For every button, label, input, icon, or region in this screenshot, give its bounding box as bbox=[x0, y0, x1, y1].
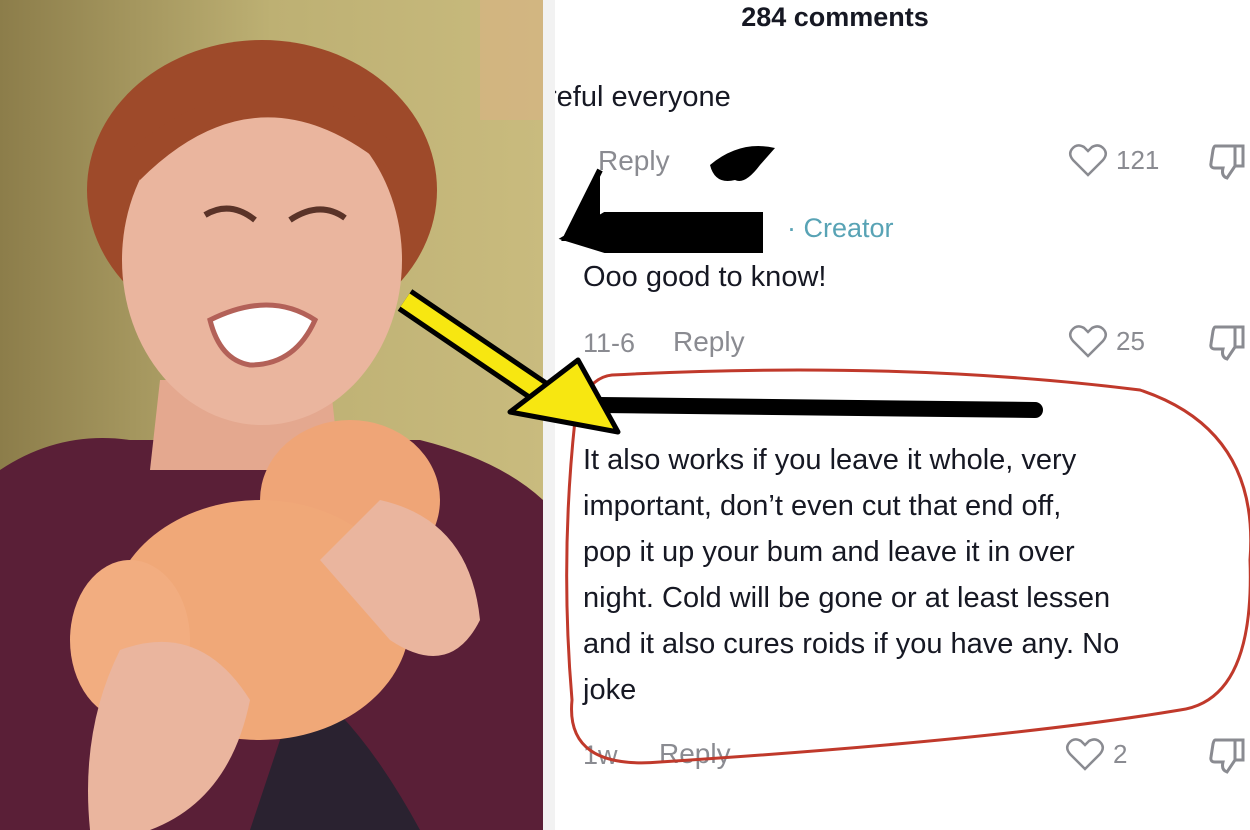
comment-line: joke bbox=[583, 674, 637, 706]
comment-line: night. Cold will be gone or at least les… bbox=[583, 582, 1111, 614]
reply-button[interactable]: Reply bbox=[673, 326, 745, 358]
reply-button[interactable]: Reply bbox=[659, 738, 731, 770]
photo-illustration bbox=[0, 0, 543, 830]
like-button[interactable]: 121 bbox=[1068, 142, 1159, 178]
dislike-icon[interactable] bbox=[1207, 736, 1247, 776]
photo-woman-holding-baby-doll bbox=[0, 0, 543, 830]
comment-line: and it also cures roids if you have any.… bbox=[583, 628, 1120, 660]
heart-icon bbox=[1069, 144, 1107, 177]
comment-line: pop it up your bum and leave it in over bbox=[583, 536, 1075, 568]
panel-divider bbox=[543, 0, 555, 830]
comment-date: 11-6 bbox=[583, 328, 636, 358]
comment-text: reful everyone bbox=[555, 81, 731, 113]
heart-icon bbox=[1066, 738, 1104, 771]
dislike-icon[interactable] bbox=[1207, 142, 1247, 182]
heart-icon bbox=[1069, 325, 1107, 358]
creator-badge: · Creator bbox=[787, 213, 894, 243]
comments-panel: 284 comments reful everyone Reply 121 · … bbox=[555, 0, 1250, 830]
comment-line: It also works if you leave it whole, ver… bbox=[583, 444, 1077, 476]
like-button[interactable]: 25 bbox=[1068, 323, 1145, 359]
comment-date: 1w bbox=[583, 740, 618, 770]
like-count: 25 bbox=[1116, 325, 1145, 356]
like-count: 121 bbox=[1116, 144, 1160, 175]
comment-text: Ooo good to know! bbox=[583, 261, 827, 293]
like-button[interactable]: 2 bbox=[1065, 736, 1127, 772]
dislike-icon[interactable] bbox=[1207, 323, 1247, 363]
comments-count: 284 comments bbox=[741, 2, 929, 32]
like-count: 2 bbox=[1113, 738, 1128, 769]
comment-line: important, don’t even cut that end off, bbox=[583, 490, 1062, 522]
reply-button[interactable]: Reply bbox=[598, 145, 670, 177]
